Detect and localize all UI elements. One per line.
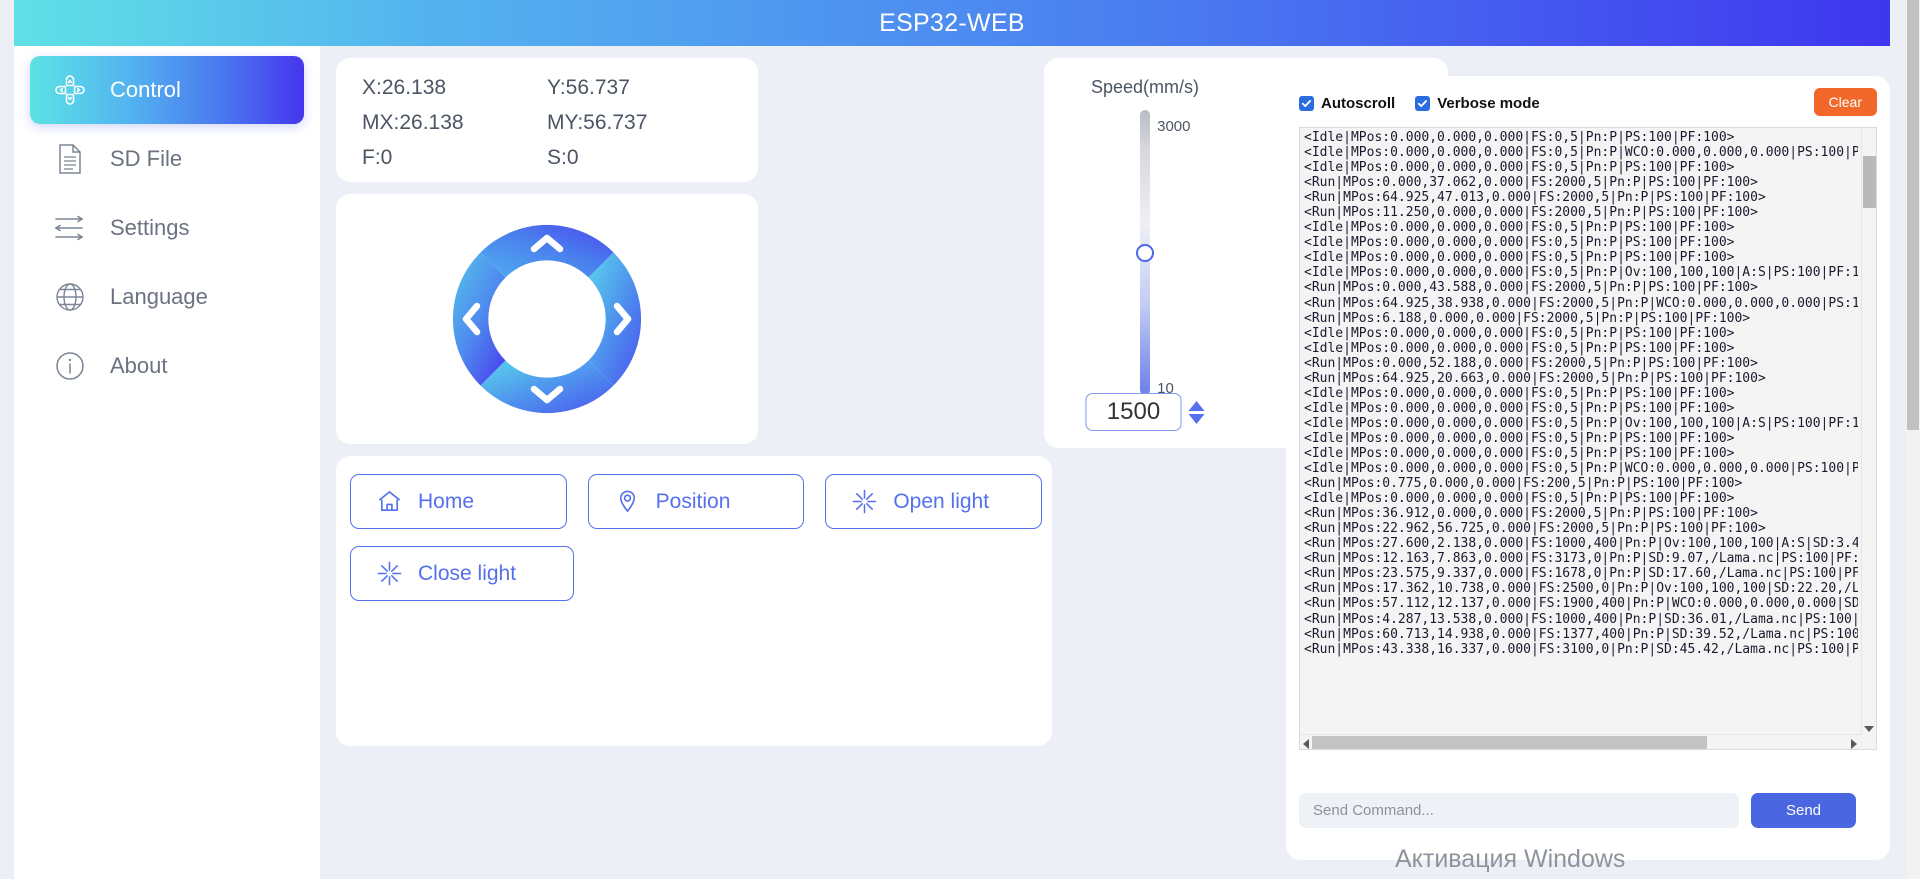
app-header: ESP32-WEB [14,0,1890,46]
sidebar: Control SD File Settings Language About [14,46,320,879]
action-label: Open light [893,489,990,513]
file-icon [52,141,88,177]
terminal-output[interactable]: <Idle|MPos:0.000,0.000,0.000|FS:0,5|Pn:P… [1299,127,1877,750]
terminal-horizontal-scrollbar[interactable] [1300,734,1861,749]
actions-card: Home Position Open light Close light [336,456,1052,746]
speed-slider[interactable] [1136,110,1154,395]
speed-slider-column: Speed(mm/s) 3000 10 [1044,58,1246,448]
coord-spindle: S:0 [547,146,579,169]
terminal-card: Autoscroll Verbose mode Clear <Idle|MPos… [1286,76,1890,860]
coord-feed: F:0 [362,146,393,169]
stepper-up-icon[interactable] [1188,400,1205,411]
speed-stepper[interactable] [1188,400,1205,424]
sliders-icon [52,210,88,246]
jog-right-segment [588,252,642,386]
speed-slider-label: Speed(mm/s) [1090,77,1200,97]
sidebar-item-sd-file[interactable]: SD File [30,125,304,193]
sidebar-item-about[interactable]: About [30,332,304,400]
speed-slider-knob[interactable] [1136,243,1154,262]
page-scrollbar[interactable] [1906,0,1920,879]
page-title: ESP32-WEB [879,8,1025,37]
jog-pad [440,212,654,426]
left-gutter [0,0,14,879]
jog-up-segment [480,224,614,278]
position-button[interactable]: Position [587,474,805,529]
sidebar-item-label: Control [110,77,181,102]
scrollbar-thumb[interactable] [1312,736,1707,749]
coord-x: X:26.138 [362,76,447,99]
sidebar-item-label: SD File [110,146,183,171]
main-column: X:26.138 Y:56.737 MX:26.138 MY:56.737 F:… [330,46,1052,879]
sidebar-item-label: Language [110,284,208,309]
coordinates-card: X:26.138 Y:56.737 MX:26.138 MY:56.737 F:… [336,58,758,182]
sidebar-item-language[interactable]: Language [30,263,304,331]
coord-mx: MX:26.138 [362,111,464,134]
jog-down-segment [480,360,614,414]
autoscroll-checkbox-group[interactable]: Autoscroll [1299,95,1395,112]
send-command-input[interactable] [1299,793,1739,828]
clear-button[interactable]: Clear [1813,88,1877,116]
sidebar-item-label: Settings [110,215,190,240]
scroll-left-icon[interactable] [1303,739,1309,749]
home-button[interactable]: Home [350,474,567,529]
globe-icon [52,279,88,315]
dpad-icon [52,72,88,108]
location-pin-icon [615,489,640,514]
open-light-button[interactable]: Open light [825,474,1043,529]
verbose-label: Verbose mode [1437,94,1540,112]
scrollbar-thumb[interactable] [1907,0,1919,430]
action-label: Position [655,489,731,513]
home-icon [377,489,402,514]
action-label: Close light [418,561,517,585]
stepper-down-icon[interactable] [1188,413,1205,424]
verbose-checkbox[interactable] [1415,95,1431,111]
info-icon [52,348,88,384]
speed-slider-max: 3000 [1157,118,1191,135]
jog-left-segment [452,252,506,386]
autoscroll-label: Autoscroll [1321,94,1396,112]
terminal-log-text: <Idle|MPos:0.000,0.000,0.000|FS:0,5|Pn:P… [1304,130,1858,657]
autoscroll-checkbox[interactable] [1299,95,1314,111]
action-label: Home [418,489,475,513]
sidebar-item-control[interactable]: Control [30,56,304,124]
scrollbar-thumb[interactable] [1863,156,1876,208]
coord-y: Y:56.737 [547,76,630,99]
app-root: ESP32-WEB Control SD File Settings Langu… [0,0,1920,879]
speed-input[interactable] [1085,393,1182,431]
terminal-toolbar: Autoscroll Verbose mode Clear [1299,86,1877,120]
close-light-button[interactable]: Close light [350,546,574,601]
scroll-right-icon[interactable] [1851,739,1857,749]
verbose-checkbox-group[interactable]: Verbose mode [1415,95,1540,112]
sidebar-item-label: About [110,353,168,378]
light-burst-icon [377,561,402,586]
jog-pad-card [336,194,758,444]
send-button[interactable]: Send [1751,793,1856,828]
sidebar-item-settings[interactable]: Settings [30,194,304,262]
coord-my: MY:56.737 [547,111,648,134]
scroll-down-icon[interactable] [1864,726,1874,732]
send-command-row: Send [1299,793,1856,828]
light-burst-icon [852,489,877,514]
terminal-vertical-scrollbar[interactable] [1861,128,1876,734]
